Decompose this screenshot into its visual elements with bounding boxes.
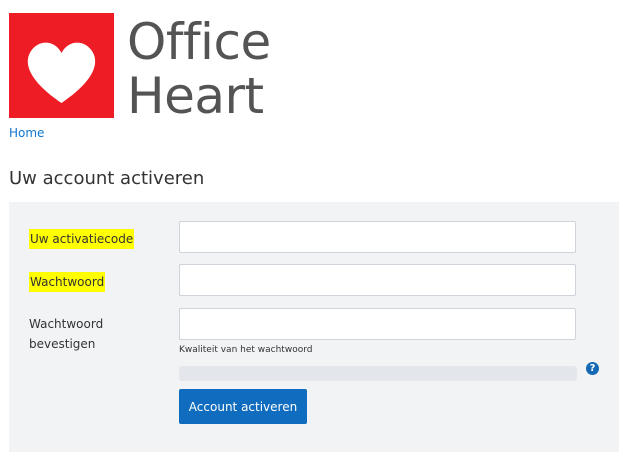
brand-name-line1: Office <box>127 13 271 71</box>
office-heart-logo <box>9 13 114 118</box>
password-quality-hint: Kwaliteit van het wachtwoord <box>179 345 313 355</box>
confirm-password-input[interactable] <box>179 308 576 340</box>
password-label-text: Wachtwoord <box>29 272 106 292</box>
activation-code-label: Uw activatiecode <box>29 229 135 249</box>
activation-code-label-text: Uw activatiecode <box>29 229 135 249</box>
activation-code-input[interactable] <box>179 221 576 253</box>
heart-icon <box>27 42 96 103</box>
page-title: Uw account activeren <box>9 168 205 189</box>
password-input[interactable] <box>179 264 576 296</box>
activation-form: Uw activatiecode Wachtwoord Wachtwoord b… <box>9 202 619 452</box>
confirm-password-label-line2: bevestigen <box>29 337 96 351</box>
activate-account-button[interactable]: Account activeren <box>179 389 307 424</box>
breadcrumb-home-link[interactable]: Home <box>9 126 44 140</box>
password-strength-meter <box>179 366 577 381</box>
password-label: Wachtwoord <box>29 272 106 292</box>
help-icon[interactable]: ? <box>586 362 599 375</box>
confirm-password-label-line1: Wachtwoord <box>29 317 104 331</box>
brand-name-line2: Heart <box>127 67 264 125</box>
confirm-password-label: Wachtwoord bevestigen <box>29 314 103 354</box>
